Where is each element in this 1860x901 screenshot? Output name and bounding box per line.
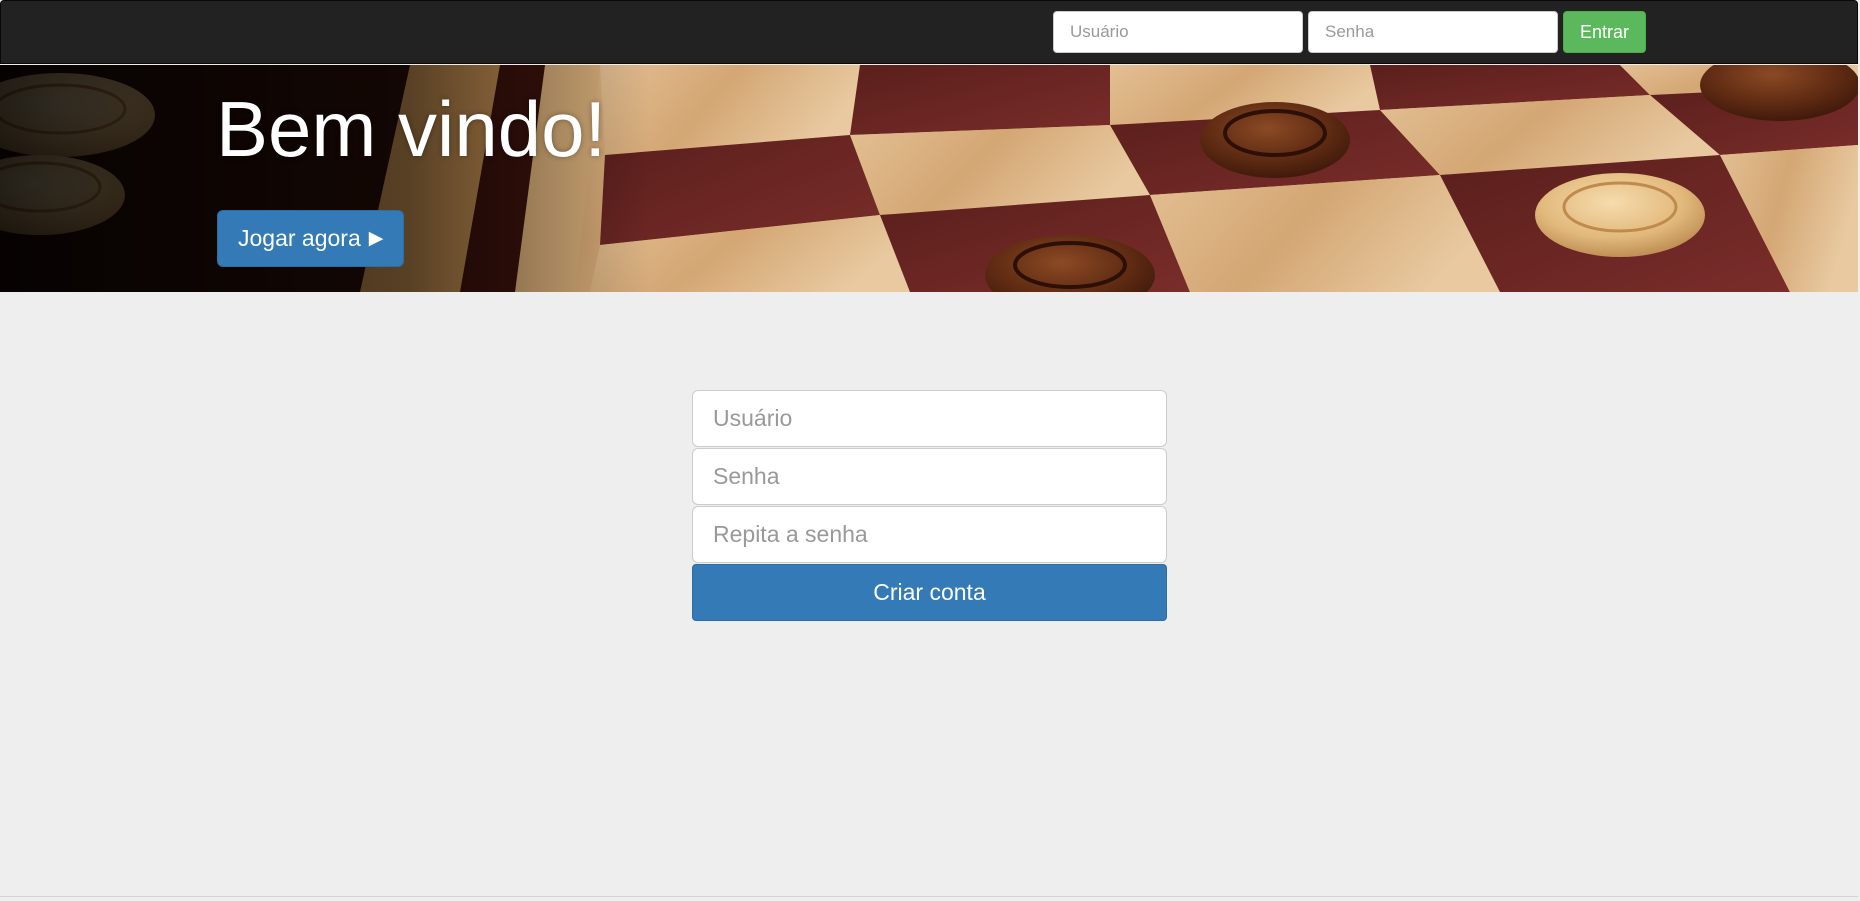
play-now-button[interactable]: Jogar agora ▶ [217,210,405,267]
welcome-title: Bem vindo! [216,85,607,173]
login-form: Entrar [1053,11,1647,53]
signup-password-input[interactable] [692,448,1167,505]
page-bottom-divider [0,896,1858,897]
signup-username-input[interactable] [692,390,1167,447]
login-button[interactable]: Entrar [1563,11,1647,53]
signup-repeat-password-input[interactable] [692,506,1167,563]
login-password-input[interactable] [1308,11,1558,53]
play-now-label: Jogar agora [238,225,361,251]
signup-form: Criar conta [692,390,1167,621]
play-icon: ▶ [368,228,384,249]
hero-banner: Bem vindo! Jogar agora ▶ [0,65,1858,292]
create-account-button[interactable]: Criar conta [692,564,1167,621]
login-username-input[interactable] [1053,11,1303,53]
top-navbar: Entrar [0,0,1858,64]
